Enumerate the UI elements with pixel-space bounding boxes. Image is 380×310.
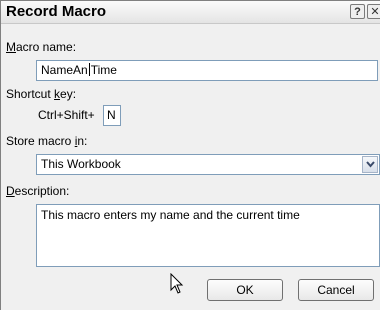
label-text: acro name:: [16, 40, 77, 54]
store-macro-selected-value: This Workbook: [41, 157, 121, 171]
close-icon: ✕: [370, 6, 380, 18]
shortcut-key-label: Shortcut key:: [6, 87, 76, 101]
macro-name-value-end: Time: [90, 63, 117, 77]
macro-name-label: Macro name:: [6, 40, 76, 54]
help-icon: ?: [354, 6, 361, 18]
shortcut-prefix-text: Ctrl+Shift+: [38, 108, 95, 122]
accelerator-key: D: [6, 184, 15, 198]
label-text: escription:: [14, 184, 70, 198]
macro-name-value-start: NameAn: [41, 63, 88, 77]
label-text: ey:: [60, 87, 77, 101]
label-text: Shortcut: [6, 87, 55, 101]
shortcut-key-input[interactable]: N: [103, 105, 121, 126]
close-button[interactable]: ✕: [367, 4, 380, 19]
title-bar[interactable]: Record Macro ? ✕: [1, 1, 380, 24]
help-button[interactable]: ?: [350, 4, 365, 19]
label-text: n:: [77, 134, 88, 148]
ok-button[interactable]: OK: [207, 279, 283, 301]
description-textarea[interactable]: This macro enters my name and the curren…: [36, 204, 380, 267]
text-caret: [88, 63, 90, 76]
chevron-down-icon[interactable]: [362, 156, 378, 173]
store-macro-in-label: Store macro in:: [6, 134, 87, 148]
accelerator-key: M: [6, 40, 16, 54]
dialog-title: Record Macro: [6, 3, 107, 20]
record-macro-dialog: Record Macro ? ✕ Macro name: NameAn Time …: [0, 0, 380, 310]
description-label: Description:: [6, 184, 69, 198]
mouse-pointer-icon: [170, 273, 184, 294]
cancel-button[interactable]: Cancel: [298, 279, 374, 301]
macro-name-input[interactable]: NameAn Time: [36, 60, 378, 81]
label-text: Store macro: [6, 134, 75, 148]
store-macro-select[interactable]: This Workbook: [36, 154, 380, 175]
